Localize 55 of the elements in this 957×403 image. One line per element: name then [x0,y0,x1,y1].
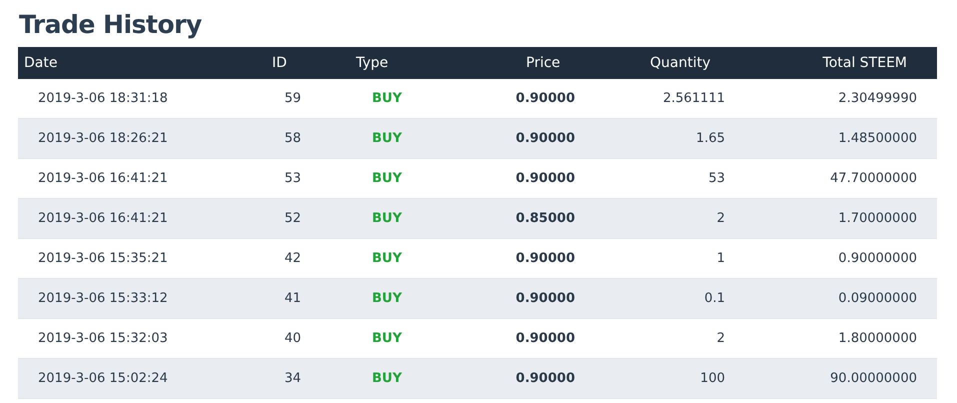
date-cell-text: 2019-3-06 15:02:24 [37,371,168,386]
quantity-cell-text: 2 [716,211,726,226]
date-cell-text: 2019-3-06 15:33:12 [37,291,168,306]
date-cell-text: 2019-3-06 18:26:21 [37,131,168,146]
date-cell-text: 2019-3-06 15:35:21 [37,251,168,266]
total-cell-text: 0.90000000 [838,251,918,266]
date-cell-text: 2019-3-06 15:32:03 [37,331,168,346]
column-header: Price [525,55,560,71]
price-cell-text: 0.90000 [516,331,576,346]
id-cell-text: 34 [284,371,302,386]
id-cell-text: 58 [284,131,302,146]
type-cell-text: BUY [371,131,402,146]
price-cell-text: 0.90000 [516,171,576,186]
id-cell-text: 42 [284,251,302,266]
price-cell-text: 0.90000 [516,251,576,266]
type-cell-text: BUY [371,251,402,266]
price-cell-text: 0.90000 [516,131,576,146]
type-cell-text: BUY [371,371,402,386]
total-cell-text: 47.70000000 [830,171,918,186]
total-cell-text: 1.48500000 [838,131,918,146]
total-cell-text: 2.30499990 [838,91,918,106]
quantity-cell-text: 2 [716,331,726,346]
price-cell-text: 0.90000 [516,91,576,106]
total-cell-text: 0.09000000 [838,291,918,306]
id-cell-text: 59 [284,91,302,106]
type-cell-text: BUY [371,331,402,346]
column-header: ID [271,55,287,71]
id-cell-text: 41 [284,291,302,306]
column-header: Type [355,55,388,71]
quantity-cell-text: 100 [700,371,726,386]
type-cell-text: BUY [371,211,402,226]
type-cell-text: BUY [371,171,402,186]
column-header: Quantity [649,55,710,71]
id-cell-text: 40 [284,331,302,346]
page-title: Trade History [19,9,203,41]
column-header: Total STEEM [822,55,908,71]
date-cell-text: 2019-3-06 16:41:21 [37,171,168,186]
price-cell-text: 0.90000 [516,371,576,386]
date-cell-text: 2019-3-06 16:41:21 [37,211,168,226]
type-cell-text: BUY [371,91,402,106]
id-cell-text: 53 [284,171,302,186]
total-cell-text: 1.80000000 [838,331,918,346]
total-cell-text: 1.70000000 [838,211,918,226]
quantity-cell-text: 2.561111 [662,91,726,106]
quantity-cell-text: 0.1 [704,291,726,306]
id-cell-text: 52 [284,211,302,226]
quantity-cell-text: 53 [708,171,726,186]
total-cell-text: 90.00000000 [830,371,918,386]
column-header: Date [23,55,58,71]
price-cell-text: 0.90000 [516,291,576,306]
quantity-cell-text: 1.65 [696,131,726,146]
type-cell-text: BUY [371,291,402,306]
quantity-cell-text: 1 [716,251,726,266]
price-cell-text: 0.85000 [516,211,576,226]
date-cell-text: 2019-3-06 18:31:18 [37,91,168,106]
